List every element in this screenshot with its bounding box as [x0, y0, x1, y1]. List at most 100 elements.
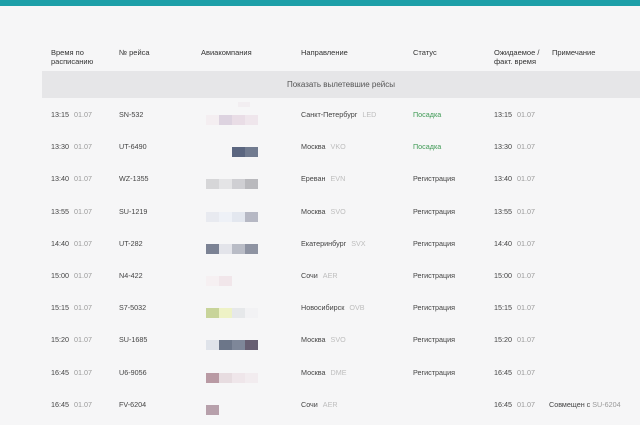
scheduled-date: 01.07: [74, 335, 92, 345]
scheduled-time: 15:00: [51, 270, 69, 280]
airline-logo-mark: [238, 392, 250, 397]
direction-cell: Сочи AER: [301, 400, 338, 409]
scheduled-time: 13:15: [51, 110, 69, 119]
flight-number[interactable]: SN-532: [119, 110, 143, 119]
flight-number[interactable]: SU-1219: [119, 207, 147, 216]
flight-number[interactable]: SU-1685: [119, 335, 147, 344]
airport-code: AER: [322, 399, 338, 409]
expected-cell: 13:15 01.07: [494, 110, 535, 119]
airline-logo-mark: [238, 102, 250, 107]
destination-city: Санкт-Петербург: [301, 110, 358, 119]
scheduled-date: 01.07: [74, 206, 92, 216]
show-departed-button[interactable]: Показать вылетевшие рейсы: [42, 71, 640, 98]
expected-date: 01.07: [517, 367, 535, 377]
flight-row[interactable]: 14:40 01.07 UT-282 Екатеринбург SVX Регист…: [0, 228, 640, 260]
scheduled-cell: 15:15 01.07: [51, 303, 92, 312]
header-expected: Ожидаемое / факт. время: [494, 48, 540, 66]
header-direction: Направление: [301, 48, 348, 57]
airline-logo-mark: [238, 360, 250, 365]
expected-cell: 15:15 01.07: [494, 303, 535, 312]
direction-cell: Новосибирск OVB: [301, 303, 365, 312]
flight-row[interactable]: 16:45 01.07 U6-9056 Москва DME Регистрация…: [0, 357, 640, 389]
flight-number[interactable]: S7-5032: [119, 303, 146, 312]
airline-logo-mark: [238, 231, 250, 236]
scheduled-cell: 13:55 01.07: [51, 207, 92, 216]
note-flight-code: SU-6204: [592, 399, 621, 409]
header-airline: Авиакомпания: [201, 48, 252, 57]
expected-time: 16:45: [494, 367, 512, 377]
flight-row[interactable]: 16:45 01.07 FV-6204 Сочи AER 16:45 01.07 Со…: [0, 389, 640, 421]
header-scheduled: Время по расписанию: [51, 48, 94, 66]
scheduled-cell: 13:30 01.07: [51, 142, 92, 151]
header-flight: № рейса: [119, 48, 150, 57]
direction-cell: Екатеринбург SVX: [301, 239, 366, 248]
expected-cell: 15:00 01.07: [494, 271, 535, 280]
expected-cell: 13:40 01.07: [494, 174, 535, 183]
flight-number[interactable]: UT-6490: [119, 142, 147, 151]
expected-date: 01.07: [517, 399, 535, 409]
destination-city: Москва: [301, 206, 326, 216]
flight-row[interactable]: 13:55 01.07 SU-1219 Москва SVO Регистрация…: [0, 196, 640, 228]
airport-code: SVX: [351, 238, 366, 248]
scheduled-time: 16:45: [51, 367, 69, 377]
expected-cell: 14:40 01.07: [494, 239, 535, 248]
scheduled-cell: 16:45 01.07: [51, 368, 92, 377]
status-label: Регистрация: [413, 367, 456, 377]
flight-number[interactable]: FV-6204: [119, 400, 146, 409]
direction-cell: Москва VKO: [301, 142, 346, 151]
airline-logo: [206, 340, 258, 351]
flight-number[interactable]: N4-422: [119, 271, 143, 280]
flight-number[interactable]: WZ-1355: [119, 174, 149, 183]
scheduled-time: 13:30: [51, 142, 69, 152]
flight-row[interactable]: 15:15 01.07 S7-5032 Новосибирск OVB Регист…: [0, 292, 640, 324]
expected-time: 13:15: [494, 110, 512, 119]
destination-city: Ереван: [301, 174, 326, 184]
expected-date: 01.07: [517, 238, 535, 248]
scheduled-cell: 13:40 01.07: [51, 174, 92, 183]
header-note: Примечание: [552, 48, 596, 57]
status-label: Регистрация: [413, 238, 456, 248]
status-label: Посадка: [413, 142, 442, 152]
status-label: Регистрация: [413, 335, 456, 345]
status-label: Регистрация: [413, 303, 456, 313]
flight-number[interactable]: U6-9056: [119, 368, 147, 377]
airline-logo: [206, 115, 258, 125]
flight-row[interactable]: 15:00 01.07 N4-422 Сочи AER Регистрация 15…: [0, 260, 640, 292]
airport-code: VKO: [330, 142, 346, 152]
expected-time: 15:20: [494, 335, 512, 345]
header-status: Статус: [413, 48, 437, 57]
airline-logo-mark: [238, 327, 250, 332]
expected-date: 01.07: [517, 206, 535, 216]
status-label: Посадка: [413, 110, 442, 119]
expected-cell: 15:20 01.07: [494, 335, 535, 344]
airline-logo: [206, 372, 258, 383]
flight-row[interactable]: 13:30 01.07 UT-6490 Москва VKO Посадка 13:…: [0, 131, 640, 163]
scheduled-time: 15:20: [51, 335, 69, 345]
direction-cell: Ереван EVN: [301, 174, 345, 183]
expected-date: 01.07: [517, 174, 535, 184]
expected-time: 14:40: [494, 238, 512, 248]
scheduled-cell: 13:15 01.07: [51, 110, 92, 119]
flights-list: 13:15 01.07 SN-532 Санкт-Петербург LED Пос…: [0, 99, 640, 421]
table-header: Время по расписанию № рейса Авиакомпания…: [0, 40, 640, 70]
expected-date: 01.07: [517, 142, 535, 152]
expected-time: 13:30: [494, 142, 512, 152]
airport-code: SVO: [330, 335, 346, 345]
destination-city: Сочи: [301, 399, 318, 409]
expected-date: 01.07: [517, 270, 535, 280]
expected-date: 01.07: [517, 335, 535, 345]
scheduled-date: 01.07: [74, 174, 92, 184]
scheduled-cell: 15:00 01.07: [51, 271, 92, 280]
flight-number[interactable]: UT-282: [119, 239, 143, 248]
airport-code: OVB: [349, 303, 365, 313]
airline-logo: [206, 243, 258, 254]
flight-row[interactable]: 13:15 01.07 SN-532 Санкт-Петербург LED Пос…: [0, 99, 640, 131]
expected-time: 15:15: [494, 303, 512, 313]
flight-row[interactable]: 15:20 01.07 SU-1685 Москва SVO Регистрация…: [0, 324, 640, 356]
flight-row[interactable]: 13:40 01.07 WZ-1355 Ереван EVN Регистрация…: [0, 163, 640, 195]
destination-city: Новосибирск: [301, 303, 345, 313]
airline-logo: [206, 179, 258, 190]
expected-time: 13:40: [494, 174, 512, 184]
scheduled-date: 01.07: [74, 399, 92, 409]
expected-cell: 13:30 01.07: [494, 142, 535, 151]
